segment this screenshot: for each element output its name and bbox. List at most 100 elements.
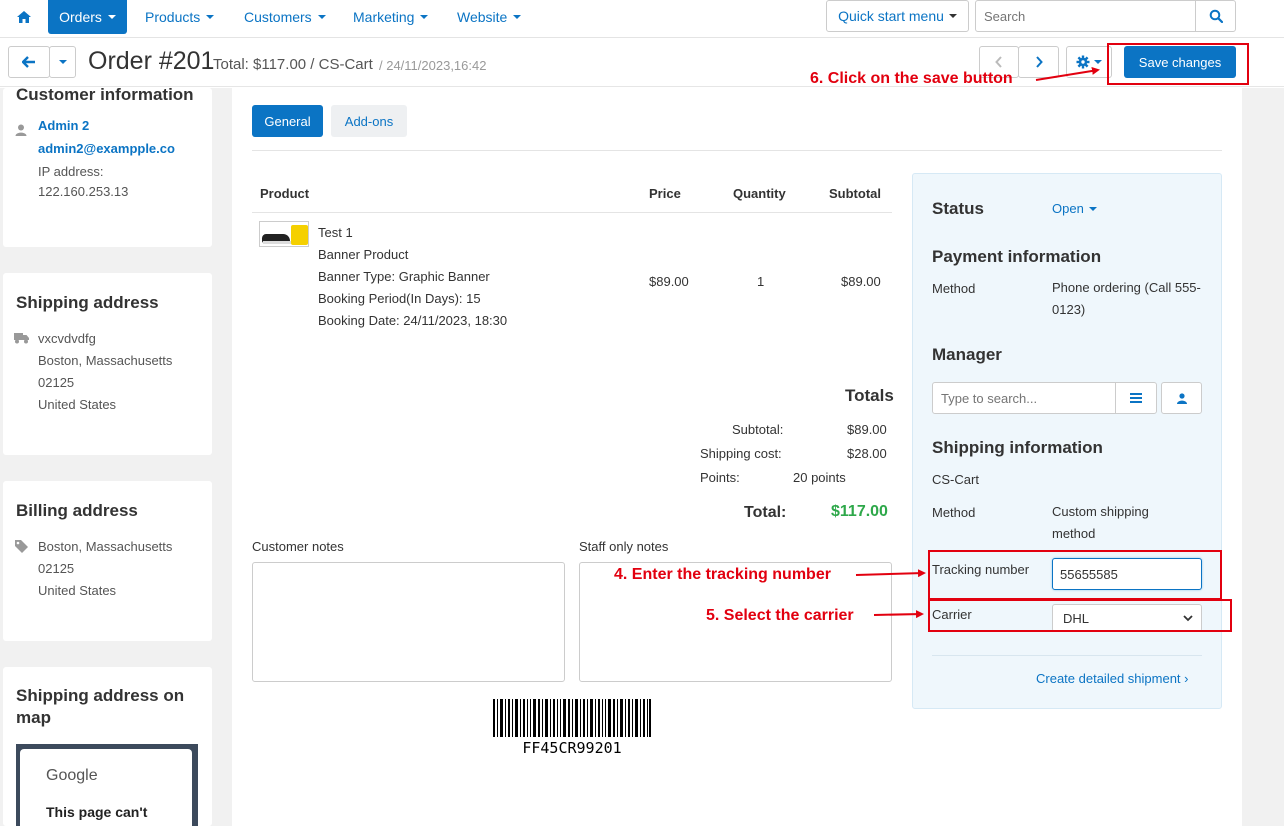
shipping-vendor: CS-Cart — [932, 472, 979, 487]
annotation-step-4: 4. Enter the tracking number — [614, 566, 831, 583]
order-date: / 24/11/2023,16:42 — [379, 58, 487, 73]
points-value: 20 points — [793, 470, 846, 485]
staff-notes-label: Staff only notes — [579, 539, 669, 554]
payment-method-value: Phone ordering (Call 555-0123) — [1052, 280, 1201, 317]
carrier-highlight — [928, 599, 1232, 632]
status-title: Status — [932, 199, 984, 218]
tab-general[interactable]: General — [252, 105, 323, 137]
create-detailed-shipment-link[interactable]: Create detailed shipment › — [1036, 671, 1188, 686]
arrow-left-icon — [22, 56, 35, 68]
shipping-address-title: Shipping address — [16, 293, 159, 312]
shipping-method-label: Method — [932, 505, 976, 520]
customer-name-link[interactable]: Admin 2 — [38, 118, 89, 133]
barcode-text: FF45CR99201 — [522, 739, 622, 757]
billing-address-card: Billing address Boston, Massachusetts 02… — [3, 481, 212, 641]
next-order-button[interactable] — [1018, 46, 1059, 78]
product-detail: Banner Type: Graphic Banner — [318, 269, 490, 284]
chevron-down-icon — [1094, 60, 1102, 64]
nav-website[interactable]: Website — [457, 0, 522, 34]
settings-dropdown-button[interactable] — [1066, 46, 1112, 78]
nav-products[interactable]: Products — [145, 0, 215, 34]
annotation-step-5: 5. Select the carrier — [706, 607, 854, 624]
payment-information-title: Payment information — [932, 247, 1102, 266]
truck-icon — [14, 333, 29, 344]
product-quantity: 1 — [757, 274, 765, 289]
billing-address-line: 02125 — [38, 561, 75, 576]
shipping-address-line: Boston, Massachusetts — [38, 353, 173, 368]
billing-address-line: United States — [38, 583, 117, 598]
chevron-down-icon — [107, 15, 116, 19]
column-header-price: Price — [649, 186, 681, 201]
product-thumbnail[interactable] — [259, 221, 309, 247]
customer-notes-textarea[interactable] — [252, 562, 565, 682]
nav-marketing[interactable]: Marketing — [353, 0, 429, 34]
customer-information-card: Customer information Admin 2 admin2@exam… — [3, 85, 212, 247]
list-icon — [1130, 393, 1142, 403]
chevron-down-icon — [420, 15, 429, 19]
back-button[interactable] — [8, 46, 50, 78]
quick-start-menu-button[interactable]: Quick start menu — [826, 0, 969, 32]
order-summary: Total: $117.00 / CS-Cart — [213, 56, 373, 73]
nav-customers[interactable]: Customers — [244, 0, 326, 34]
manager-title: Manager — [932, 345, 1002, 364]
chevron-left-icon — [995, 56, 1002, 68]
right-gutter — [1242, 88, 1284, 826]
total-value: $117.00 — [831, 503, 888, 520]
user-icon — [15, 124, 27, 136]
customer-information-title: Customer information — [16, 85, 194, 104]
map-error-page: Google This page can't — [20, 749, 192, 826]
chevron-down-icon — [1088, 206, 1097, 211]
shipping-address-line: vxcvdvdfg — [38, 331, 96, 346]
product-detail: Banner Product — [318, 247, 409, 262]
column-header-product: Product — [260, 186, 310, 201]
map-frame: Google This page can't — [16, 744, 198, 826]
ip-address-value: 122.160.253.13 — [38, 184, 129, 199]
tag-icon — [15, 540, 28, 553]
gear-icon — [1076, 55, 1090, 69]
shipping-cost-value: $28.00 — [847, 446, 887, 461]
ip-address-label: IP address: — [38, 164, 104, 179]
payment-method-label: Method — [932, 281, 976, 296]
panel-divider — [932, 655, 1202, 656]
status-dropdown[interactable]: Open — [1052, 201, 1097, 216]
product-subtotal: $89.00 — [841, 274, 881, 289]
user-icon — [1176, 392, 1187, 404]
table-header-divider — [252, 212, 892, 213]
manager-assign-button[interactable] — [1161, 382, 1202, 414]
shipping-map-title: Shipping address on map — [16, 686, 185, 727]
chevron-down-icon — [206, 15, 215, 19]
total-label: Total: — [744, 504, 787, 521]
shipping-address-line: 02125 — [38, 375, 75, 390]
chevron-down-icon — [513, 15, 522, 19]
manager-list-button[interactable] — [1115, 382, 1157, 414]
shipping-information-title: Shipping information — [932, 438, 1103, 457]
product-name[interactable]: Test 1 — [318, 225, 353, 240]
shipping-address-line: United States — [38, 397, 117, 412]
nav-orders[interactable]: Orders — [48, 0, 127, 34]
billing-address-title: Billing address — [16, 501, 138, 520]
shipping-map-card: Shipping address on map Google This page… — [3, 667, 212, 826]
shipping-address-card: Shipping address vxcvdvdfg Boston, Massa… — [3, 273, 212, 455]
chevron-down-icon — [317, 15, 326, 19]
subtotal-value: $89.00 — [847, 422, 887, 437]
billing-address-line: Boston, Massachusetts — [38, 539, 173, 554]
subtotal-label: Subtotal: — [732, 422, 784, 437]
home-icon[interactable] — [6, 0, 42, 34]
save-button-highlight — [1107, 43, 1249, 85]
search-button[interactable] — [1195, 0, 1236, 32]
manager-search-input[interactable] — [932, 382, 1116, 414]
barcode-image — [493, 699, 651, 737]
shipping-method-value: Custom shipping method — [1052, 504, 1149, 541]
chevron-down-icon — [58, 60, 67, 64]
product-detail: Booking Period(In Days): 15 — [318, 291, 481, 306]
column-header-quantity: Quantity — [733, 186, 786, 201]
shipping-cost-label: Shipping cost: — [700, 446, 782, 461]
points-label: Points: — [700, 470, 740, 485]
search-icon — [1209, 9, 1223, 23]
search-input[interactable] — [975, 0, 1196, 32]
page-title: Order #201 — [88, 47, 215, 75]
back-dropdown-button[interactable] — [49, 46, 76, 78]
chevron-down-icon — [948, 14, 957, 18]
tab-add-ons[interactable]: Add-ons — [331, 105, 407, 137]
customer-email-link[interactable]: admin2@exampple.co — [38, 141, 175, 156]
